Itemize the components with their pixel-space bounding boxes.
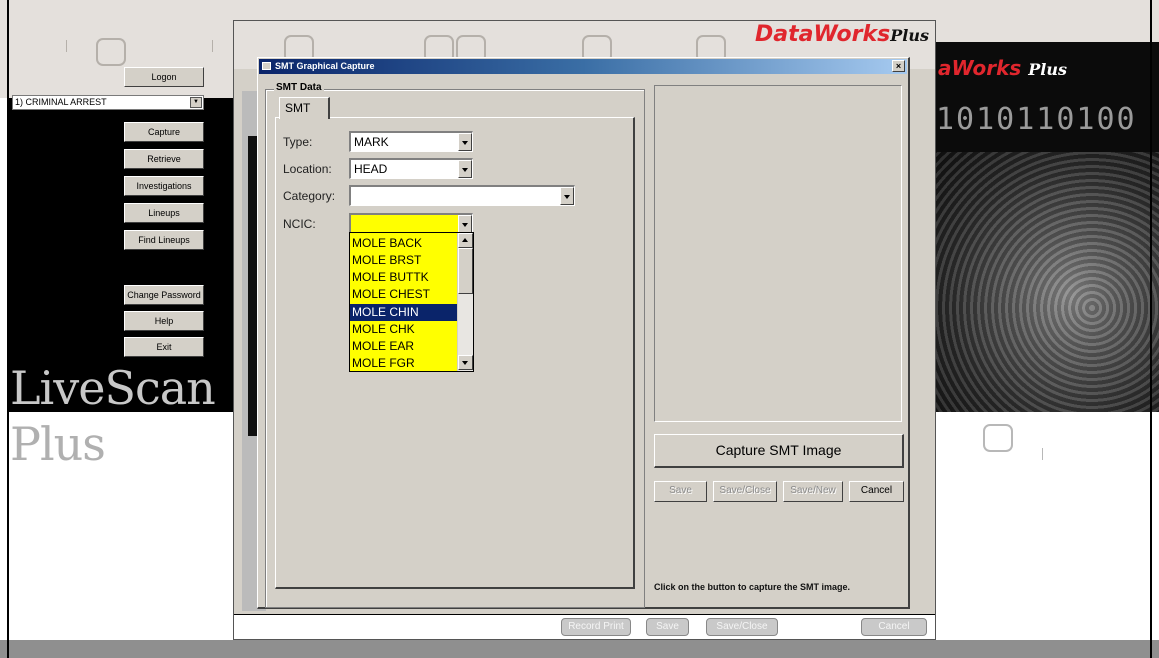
capture-hint: Click on the button to capture the SMT i… xyxy=(654,582,851,592)
save-button[interactable]: Save xyxy=(646,618,689,636)
capture-smt-image-button[interactable]: Capture SMT Image xyxy=(654,434,904,468)
record-print-button[interactable]: Record Print xyxy=(561,618,631,636)
decorative-tick xyxy=(212,40,213,52)
change-password-button[interactable]: Change Password xyxy=(124,285,204,305)
dialog-title: SMT Graphical Capture xyxy=(275,61,375,71)
case-type-select[interactable]: 1) CRIMINAL ARREST ▼ xyxy=(12,95,204,110)
dataworks-logo-plus: Plus xyxy=(890,26,929,45)
ncic-option[interactable]: MOLE EAR xyxy=(350,338,458,355)
logon-button[interactable]: Logon xyxy=(124,67,204,87)
scroll-down-icon[interactable] xyxy=(458,355,473,370)
smt-data-legend: SMT Data xyxy=(274,82,324,93)
investigations-button[interactable]: Investigations xyxy=(124,176,204,196)
decorative-tick xyxy=(66,40,67,52)
livescan-app: 1010110100 aWorks Plus Logon 1) CRIMINAL… xyxy=(0,0,1159,658)
ncic-option[interactable]: MOLE CHEST xyxy=(350,286,458,303)
type-value: MARK xyxy=(354,135,389,149)
ncic-option[interactable]: MOLE CHK xyxy=(350,321,458,338)
decorative-square-icon xyxy=(96,38,126,66)
dataworks-logo-text: aWorks xyxy=(938,56,1022,80)
exit-button[interactable]: Exit xyxy=(124,337,204,357)
dialog-title-bar[interactable]: SMT Graphical Capture × xyxy=(259,59,907,74)
ncic-option[interactable]: MOLE BUTTK xyxy=(350,269,458,286)
category-select[interactable] xyxy=(349,185,575,206)
frame-border-right xyxy=(1150,0,1152,658)
category-label: Category: xyxy=(283,189,336,203)
fingerprint-ridges xyxy=(936,152,1159,412)
chevron-down-icon[interactable] xyxy=(458,160,472,178)
lineups-button[interactable]: Lineups xyxy=(124,203,204,223)
chevron-down-icon[interactable]: ▼ xyxy=(190,97,202,108)
window-icon xyxy=(262,62,271,70)
ncic-option[interactable]: MOLE BACK xyxy=(350,235,458,252)
help-button[interactable]: Help xyxy=(124,311,204,331)
save-close-button[interactable]: Save/Close xyxy=(713,481,777,502)
ncic-select[interactable] xyxy=(349,213,473,234)
livescan-title: LiveScan xyxy=(10,361,216,415)
scroll-up-icon[interactable] xyxy=(458,233,473,248)
dataworks-logo: aWorks Plus xyxy=(938,56,1067,80)
ncic-dropdown-list[interactable]: MOLE BACK MOLE BRST MOLE BUTTK MOLE CHES… xyxy=(349,232,474,372)
retrieve-button[interactable]: Retrieve xyxy=(124,149,204,169)
capture-window-bottom-bar: Record Print Save Save/Close Cancel xyxy=(234,614,935,639)
dataworks-logo: DataWorksPlus xyxy=(755,22,929,47)
bottom-band xyxy=(0,640,1159,658)
decorative-tick xyxy=(1042,448,1043,460)
save-button[interactable]: Save xyxy=(654,481,707,502)
smt-capture-dialog: SMT Graphical Capture × SMT Data SMT Typ… xyxy=(257,57,910,609)
cancel-button[interactable]: Cancel xyxy=(861,618,927,636)
save-close-button[interactable]: Save/Close xyxy=(706,618,778,636)
type-select[interactable]: MARK xyxy=(349,131,473,152)
frame-border-left xyxy=(7,0,9,658)
location-label: Location: xyxy=(283,162,332,176)
ncic-option[interactable]: MOLE FGR xyxy=(350,355,458,371)
dataworks-logo-text: DataWorks xyxy=(755,22,891,47)
dataworks-logo-plus: Plus xyxy=(1028,60,1067,79)
location-value: HEAD xyxy=(354,162,388,176)
type-label: Type: xyxy=(283,135,313,149)
ncic-option-selected[interactable]: MOLE CHIN xyxy=(350,304,458,321)
chevron-down-icon[interactable] xyxy=(458,215,472,233)
ncic-scrollbar[interactable] xyxy=(457,233,473,371)
binary-banner: 1010110100 xyxy=(936,102,1137,137)
find-lineups-button[interactable]: Find Lineups xyxy=(124,230,204,250)
capture-button[interactable]: Capture xyxy=(124,122,204,142)
ncic-option[interactable]: MOLE BRST xyxy=(350,252,458,269)
save-new-button[interactable]: Save/New xyxy=(783,481,843,502)
smt-image-preview xyxy=(654,85,902,422)
case-type-value: 1) CRIMINAL ARREST xyxy=(15,97,107,107)
decorative-square-icon xyxy=(983,424,1013,452)
cancel-button[interactable]: Cancel xyxy=(849,481,904,502)
close-icon[interactable]: × xyxy=(892,60,905,72)
chevron-down-icon[interactable] xyxy=(458,133,472,151)
location-select[interactable]: HEAD xyxy=(349,158,473,179)
scroll-thumb[interactable] xyxy=(458,248,473,294)
chevron-down-icon[interactable] xyxy=(560,187,574,205)
ncic-label: NCIC: xyxy=(283,217,316,231)
plus-title: Plus xyxy=(10,417,106,471)
tab-smt[interactable]: SMT xyxy=(279,97,330,119)
right-brand-panel: 1010110100 aWorks Plus xyxy=(936,42,1159,412)
